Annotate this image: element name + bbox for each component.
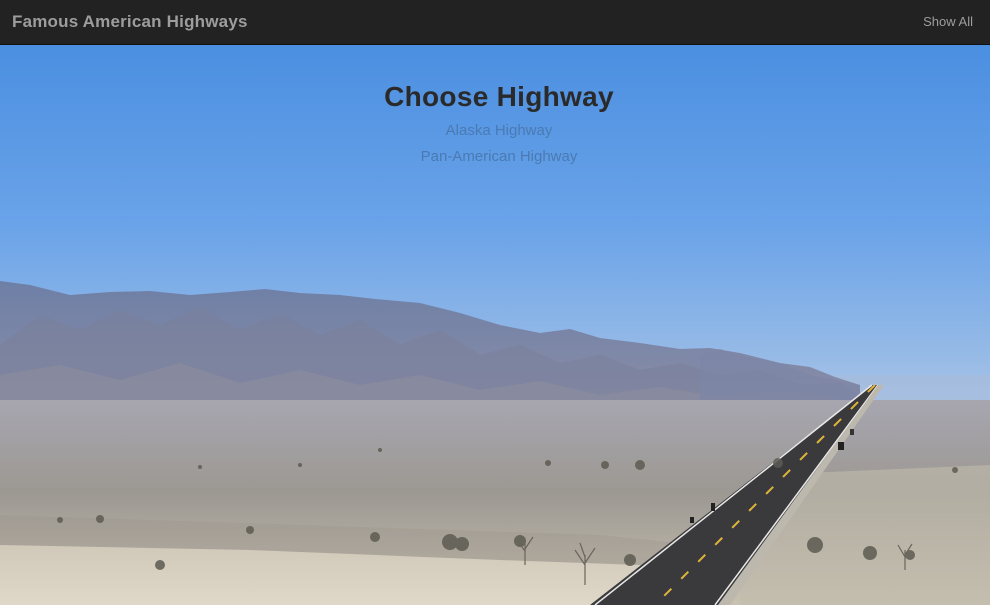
alaska-highway-link[interactable]: Alaska Highway bbox=[446, 122, 553, 139]
brand-link[interactable]: Famous American Highways bbox=[12, 12, 248, 32]
highway-list: Alaska Highway Pan-American Highway bbox=[0, 118, 990, 170]
navbar: Famous American Highways Show All bbox=[0, 0, 990, 45]
choose-highway-heading: Choose Highway bbox=[384, 81, 614, 112]
pan-american-highway-link[interactable]: Pan-American Highway bbox=[421, 148, 578, 165]
show-all-link[interactable]: Show All bbox=[923, 14, 973, 29]
hero-section: Choose Highway Alaska Highway Pan-Americ… bbox=[0, 45, 990, 605]
highway-chooser: Choose Highway Alaska Highway Pan-Americ… bbox=[0, 80, 990, 170]
list-item: Pan-American Highway bbox=[0, 144, 990, 170]
list-item: Alaska Highway bbox=[0, 118, 990, 144]
